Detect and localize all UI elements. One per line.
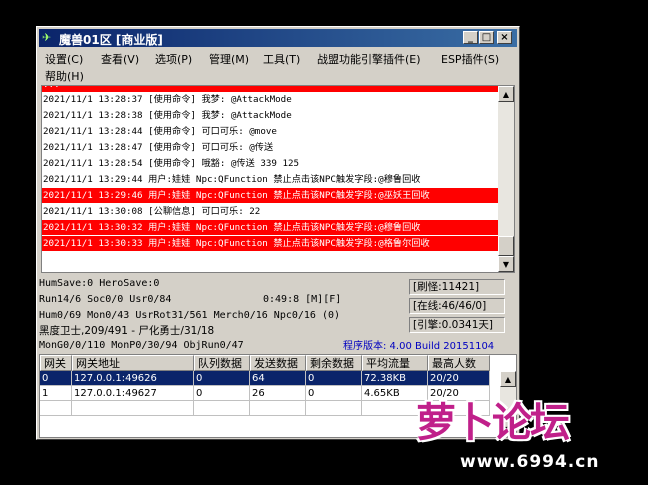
- close-button[interactable]: ×: [497, 31, 512, 44]
- log-line: 2021/11/1 13:29:44 用户:娃娃 Npc:QFunction 禁…: [43, 174, 421, 185]
- log-line: 2021/11/1 13:28:47 [使用命令] 可口可乐: @传送: [43, 142, 274, 153]
- program-version: 程序版本: 4.00 Build 20151104: [343, 341, 495, 352]
- log-line: 2021/11/1 13:28:54 [使用命令] 哦豁: @传送 339 12…: [43, 158, 300, 169]
- menu-engine-plugins[interactable]: 战盟功能引擎插件(E): [317, 51, 421, 67]
- refresh-panel: [刷怪:11421]: [409, 279, 505, 295]
- title-bar[interactable]: ✈ 魔兽01区 [商业版] _ □ ×: [39, 29, 517, 47]
- maximize-button[interactable]: □: [479, 31, 494, 44]
- log-line-highlighted: 2021/11/1 13:29:46 用户:娃娃 Npc:QFunction 禁…: [42, 188, 501, 203]
- log-panel[interactable]: ... 2021/11/1 13:28:37 [使用命令] 我梦: @Attac…: [41, 85, 515, 273]
- app-icon: ✈: [42, 31, 52, 44]
- column-header[interactable]: 网关地址: [72, 355, 194, 371]
- status-run-counts: Run14/6 Soc0/0 Usr0/84: [39, 294, 172, 305]
- watermark-logo-text: 萝卜论坛: [416, 400, 570, 446]
- menu-settings[interactable]: 设置(C): [45, 51, 83, 67]
- table-cell: 1: [40, 386, 72, 401]
- scroll-up-arrow-icon[interactable]: ▲: [500, 371, 516, 387]
- main-window: ✈ 魔兽01区 [商业版] _ □ × 设置(C) 查看(V) 选项(P) 管理…: [36, 26, 520, 440]
- table-cell: 127.0.0.1:49626: [72, 371, 194, 386]
- log-line-highlighted: 2021/11/1 13:30:32 用户:娃娃 Npc:QFunction 禁…: [42, 220, 501, 235]
- column-header[interactable]: 发送数据: [250, 355, 306, 371]
- scroll-down-arrow-icon[interactable]: ▼: [498, 256, 514, 272]
- menu-view[interactable]: 查看(V): [101, 51, 139, 67]
- table-cell: 0: [194, 386, 250, 401]
- engine-days-panel: [引擎:0.0341天]: [409, 317, 505, 333]
- watermark-url: www.6994.cn: [460, 452, 600, 472]
- menu-help[interactable]: 帮助(H): [45, 68, 84, 84]
- menu-manage[interactable]: 管理(M): [209, 51, 249, 67]
- window-title: 魔兽01区 [商业版]: [59, 33, 163, 47]
- column-header[interactable]: 剩余数据: [306, 355, 362, 371]
- status-object-counts: Hum0/69 Mon0/43 UsrRot31/561 Merch0/16 N…: [39, 310, 341, 321]
- log-scrollbar[interactable]: ▲ ▼: [498, 86, 514, 272]
- log-line: 2021/11/1 13:28:38 [使用命令] 我梦: @AttackMod…: [43, 110, 292, 121]
- menu-bar: 设置(C) 查看(V) 选项(P) 管理(M) 工具(T) 战盟功能引擎插件(E…: [41, 49, 515, 85]
- status-monster-gen: MonG0/0/110 MonP0/30/94 ObjRun0/47: [39, 340, 244, 351]
- watermark-logo: 萝卜论坛 www.6994.cn: [416, 390, 638, 482]
- column-header[interactable]: 平均流量: [362, 355, 428, 371]
- menu-options[interactable]: 选项(P): [155, 51, 192, 67]
- online-panel: [在线:46/46/0]: [409, 298, 505, 314]
- table-cell: 0: [306, 371, 362, 386]
- table-cell: 64: [250, 371, 306, 386]
- table-cell: 72.38KB: [362, 371, 428, 386]
- status-save-counts: HumSave:0 HeroSave:0: [39, 278, 160, 289]
- log-line: 2021/11/1 13:28:37 [使用命令] 我梦: @AttackMod…: [43, 94, 292, 105]
- table-cell: 0: [194, 371, 250, 386]
- menu-tools[interactable]: 工具(T): [263, 51, 300, 67]
- column-header[interactable]: 最高人数: [428, 355, 490, 371]
- table-cell: 127.0.0.1:49627: [72, 386, 194, 401]
- log-line-partial: ...: [42, 86, 501, 92]
- table-cell: 20/20: [428, 371, 490, 386]
- table-cell: 0: [40, 371, 72, 386]
- status-timer: 0:49:8 [M][F]: [263, 294, 342, 305]
- table-cell: 0: [306, 386, 362, 401]
- status-monster-info: 黑度卫士,209/491 - 尸化勇士/31/18: [39, 325, 215, 337]
- column-header[interactable]: 队列数据: [194, 355, 250, 371]
- column-header[interactable]: 网关: [40, 355, 72, 371]
- minimize-button[interactable]: _: [463, 31, 478, 44]
- table-cell: 26: [250, 386, 306, 401]
- scroll-up-arrow-icon[interactable]: ▲: [498, 86, 514, 102]
- scroll-thumb[interactable]: [498, 236, 514, 256]
- log-line: 2021/11/1 13:30:08 [公聊信息] 可口可乐: 22: [43, 206, 261, 217]
- log-line: 2021/11/1 13:28:44 [使用命令] 可口可乐: @move: [43, 126, 277, 137]
- menu-esp-plugins[interactable]: ESP插件(S): [441, 51, 499, 67]
- log-line-highlighted: 2021/11/1 13:30:33 用户:娃娃 Npc:QFunction 禁…: [42, 236, 501, 251]
